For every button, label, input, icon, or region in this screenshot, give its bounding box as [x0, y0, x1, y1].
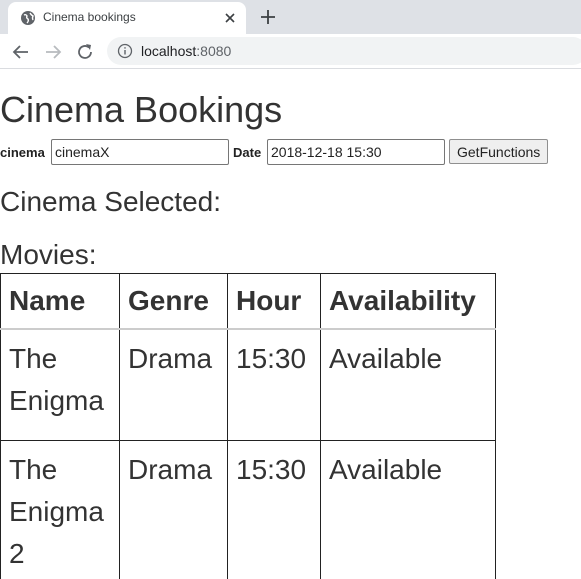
page-title: Cinema Bookings — [0, 89, 283, 130]
table-header-row: Name Genre Hour Availability — [0, 273, 496, 330]
info-icon[interactable] — [117, 43, 133, 59]
browser-toolbar: localhost:8080 — [0, 34, 581, 69]
globe-icon — [21, 11, 35, 25]
table-row: The Enigma 2 Drama 15:30 Available — [0, 440, 496, 579]
browser-tab-strip: Cinema bookings — [0, 0, 581, 34]
url-host: localhost — [141, 43, 197, 59]
column-header-hour: Hour — [227, 273, 321, 330]
date-label: Date — [233, 145, 262, 160]
column-header-name: Name — [0, 273, 120, 330]
date-input[interactable] — [267, 139, 445, 165]
movie-name-cell: The Enigma 2 — [0, 440, 120, 579]
url-text[interactable]: localhost:8080 — [141, 43, 231, 59]
movies-table: Name Genre Hour Availability The Enigma … — [0, 273, 496, 579]
movies-heading: Movies: — [0, 239, 97, 270]
close-icon[interactable] — [222, 10, 238, 26]
column-header-genre: Genre — [119, 273, 228, 330]
back-arrow-icon[interactable] — [10, 41, 32, 63]
new-tab-icon[interactable] — [258, 7, 278, 27]
forward-arrow-icon[interactable] — [42, 41, 64, 63]
column-header-availability: Availability — [320, 273, 496, 330]
movie-hour-cell: 15:30 — [227, 440, 321, 579]
url-port: :8080 — [196, 43, 232, 59]
movie-hour-cell: 15:30 — [227, 328, 321, 441]
page-content: Cinema Bookings cinema Date GetFunctions… — [0, 70, 581, 579]
cinema-input[interactable] — [51, 139, 229, 165]
movie-name-cell: The Enigma — [0, 328, 120, 441]
movie-availability-cell: Available — [320, 440, 496, 579]
address-bar[interactable]: localhost:8080 — [107, 37, 581, 65]
booking-form: cinema Date GetFunctions — [0, 139, 581, 165]
reload-icon[interactable] — [74, 41, 96, 63]
movie-genre-cell: Drama — [119, 440, 228, 579]
browser-tab[interactable]: Cinema bookings — [8, 2, 246, 34]
table-row: The Enigma Drama 15:30 Available — [0, 328, 496, 441]
movie-genre-cell: Drama — [119, 328, 228, 441]
tab-title: Cinema bookings — [43, 10, 136, 24]
movie-availability-cell: Available — [320, 328, 496, 441]
cinema-label: cinema — [0, 145, 45, 160]
cinema-selected-heading: Cinema Selected: — [0, 186, 222, 217]
get-functions-button[interactable]: GetFunctions — [449, 139, 548, 164]
